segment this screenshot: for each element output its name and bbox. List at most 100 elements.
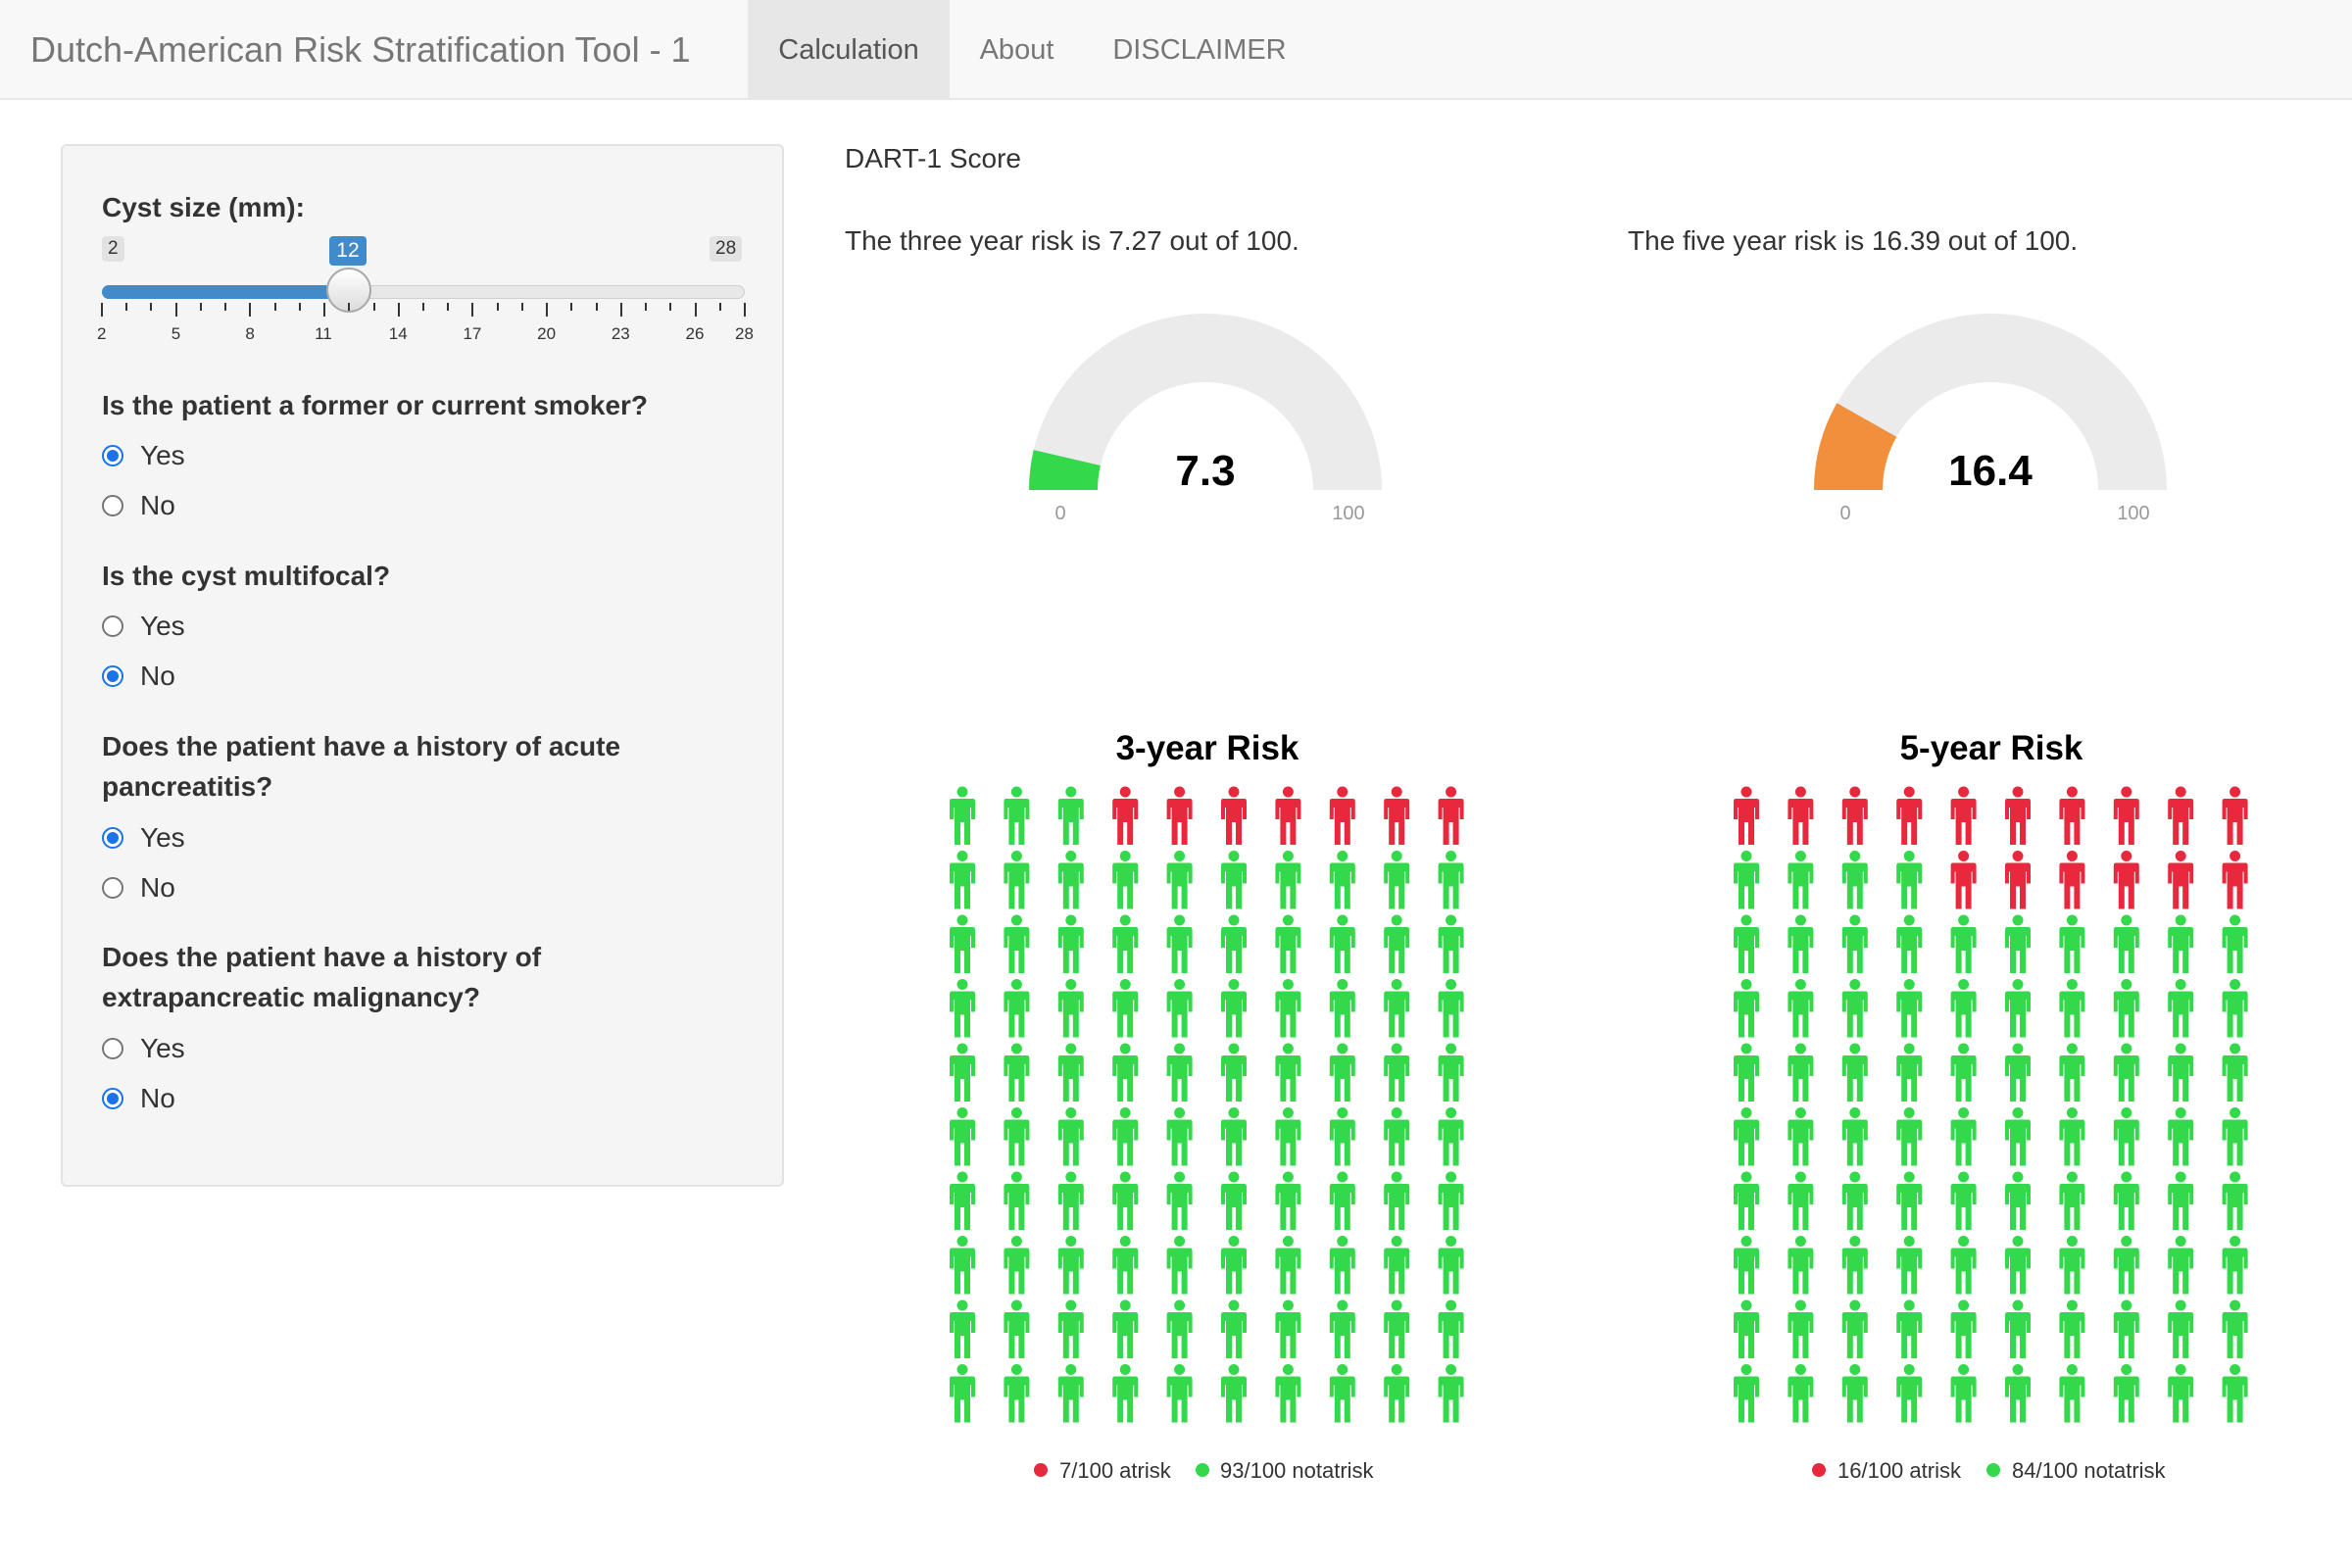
slider-tick — [298, 303, 301, 311]
slider-tick-label: 2 — [97, 324, 107, 343]
person-icon-notatrisk — [2059, 979, 2085, 1038]
slider-tick-label: 26 — [685, 324, 705, 343]
radio-button[interactable] — [102, 877, 123, 899]
slider-tick-label: 28 — [735, 324, 754, 343]
person-icon-notatrisk — [1788, 1299, 1814, 1358]
person-icon-atrisk — [2222, 851, 2248, 909]
person-icon-notatrisk — [1057, 851, 1084, 909]
slider-tick — [174, 303, 177, 317]
person-icon-notatrisk — [1896, 1299, 1923, 1358]
multifocal-no-radio[interactable]: No — [102, 657, 175, 696]
person-icon-notatrisk — [1057, 1107, 1084, 1166]
slider-tick — [372, 303, 375, 311]
person-icon-notatrisk — [1896, 1171, 1923, 1230]
person-icon-notatrisk — [1221, 1364, 1247, 1423]
malignancy-question-line1: Does the patient have a history of — [102, 942, 542, 972]
person-icon-notatrisk — [1841, 979, 1868, 1038]
person-icon-notatrisk — [1438, 1107, 1464, 1166]
person-icon-notatrisk — [2222, 1171, 2248, 1230]
person-icon-notatrisk — [1788, 1107, 1814, 1166]
person-icon-notatrisk — [950, 1299, 975, 1358]
person-icon-notatrisk — [1275, 914, 1301, 973]
person-icon-notatrisk — [950, 1107, 975, 1166]
person-icon-atrisk — [2168, 851, 2194, 909]
gauge-value: 16.4 — [1948, 447, 2033, 495]
radio-button[interactable] — [102, 615, 123, 637]
person-icon-notatrisk — [1329, 1236, 1355, 1295]
person-icon-notatrisk — [2168, 1364, 2194, 1423]
three-year-risk-text: The three year risk is 7.27 out of 100. — [845, 225, 1299, 256]
slider-tick-label: 8 — [245, 324, 255, 343]
person-icon-notatrisk — [2059, 1364, 2085, 1423]
tab-about[interactable]: About — [950, 0, 1084, 98]
person-icon-notatrisk — [1384, 1364, 1410, 1423]
person-icon-notatrisk — [1896, 1236, 1923, 1295]
person-icon-atrisk — [1841, 786, 1868, 845]
person-icon-notatrisk — [1788, 1043, 1814, 1102]
person-icon-notatrisk — [1841, 1107, 1868, 1166]
radio-button[interactable] — [102, 495, 123, 516]
person-icon-notatrisk — [2222, 979, 2248, 1038]
person-icon-notatrisk — [1112, 1364, 1139, 1423]
person-icon-notatrisk — [1329, 914, 1355, 973]
person-icon-notatrisk — [1166, 1364, 1193, 1423]
person-icon-atrisk — [2168, 786, 2194, 845]
slider-tick-label: 20 — [537, 324, 557, 343]
person-icon-notatrisk — [1221, 851, 1247, 909]
person-icon-notatrisk — [1734, 851, 1759, 909]
person-icon-atrisk — [1221, 786, 1247, 845]
radio-button-checked[interactable] — [102, 445, 123, 466]
person-icon-notatrisk — [2059, 914, 2085, 973]
app-title[interactable]: Dutch-American Risk Stratification Tool … — [30, 0, 691, 100]
radio-button[interactable] — [102, 1038, 123, 1059]
malignancy-yes-radio[interactable]: Yes — [102, 1029, 185, 1068]
smoker-yes-radio[interactable]: Yes — [102, 436, 185, 475]
tab-calculation[interactable]: Calculation — [748, 0, 950, 98]
three-year-risk-chart: 3-year Risk 7/100 atrisk 93/100 notatris… — [950, 729, 1464, 1483]
legend-swatch-notatrisk — [1986, 1463, 2000, 1477]
person-icon-notatrisk — [2168, 1236, 2194, 1295]
person-icon-notatrisk — [1166, 851, 1193, 909]
person-icon-notatrisk — [1841, 1364, 1868, 1423]
person-icon-notatrisk — [1057, 1043, 1084, 1102]
multifocal-question: Is the cyst multifocal? — [102, 561, 391, 591]
person-icon-atrisk — [1734, 786, 1759, 845]
gauge-max-label: 100 — [2117, 503, 2149, 524]
person-icon-notatrisk — [1221, 1107, 1247, 1166]
person-icon-atrisk — [1275, 786, 1301, 845]
legend-swatch-atrisk — [1034, 1463, 1048, 1477]
slider-tick — [323, 303, 326, 317]
person-icon-notatrisk — [1166, 914, 1193, 973]
pancreatitis-no-radio[interactable]: No — [102, 868, 175, 907]
person-icon-notatrisk — [1166, 1299, 1193, 1358]
slider-tick — [570, 303, 573, 311]
person-icon-notatrisk — [1221, 1236, 1247, 1295]
radio-button-checked[interactable] — [102, 1088, 123, 1109]
person-icon-notatrisk — [2005, 1364, 2031, 1423]
person-icon-notatrisk — [1384, 1043, 1410, 1102]
radio-button-checked[interactable] — [102, 827, 123, 849]
smoker-no-radio[interactable]: No — [102, 486, 175, 525]
person-icon-notatrisk — [2005, 1299, 2031, 1358]
person-icon-notatrisk — [1384, 979, 1410, 1038]
multifocal-yes-radio[interactable]: Yes — [102, 607, 185, 646]
person-icon-notatrisk — [1384, 1236, 1410, 1295]
gauge-min-label: 0 — [1839, 503, 1850, 524]
person-icon-notatrisk — [1112, 1107, 1139, 1166]
person-icon-notatrisk — [1841, 914, 1868, 973]
person-icon-notatrisk — [2059, 1171, 2085, 1230]
person-icon-notatrisk — [1057, 979, 1084, 1038]
radio-button-checked[interactable] — [102, 665, 123, 687]
person-icon-notatrisk — [1329, 1364, 1355, 1423]
person-icon-notatrisk — [1734, 914, 1759, 973]
person-icon-notatrisk — [1057, 1171, 1084, 1230]
person-icon-notatrisk — [1950, 1364, 1977, 1423]
tab-disclaimer[interactable]: DISCLAIMER — [1084, 0, 1315, 98]
person-icon-notatrisk — [2222, 1043, 2248, 1102]
slider-tick — [694, 303, 697, 317]
malignancy-no-radio[interactable]: No — [102, 1079, 175, 1118]
person-icon-notatrisk — [1734, 1043, 1759, 1102]
person-icon-notatrisk — [2113, 1107, 2139, 1166]
pancreatitis-yes-radio[interactable]: Yes — [102, 818, 185, 858]
person-icon-notatrisk — [1275, 1299, 1301, 1358]
